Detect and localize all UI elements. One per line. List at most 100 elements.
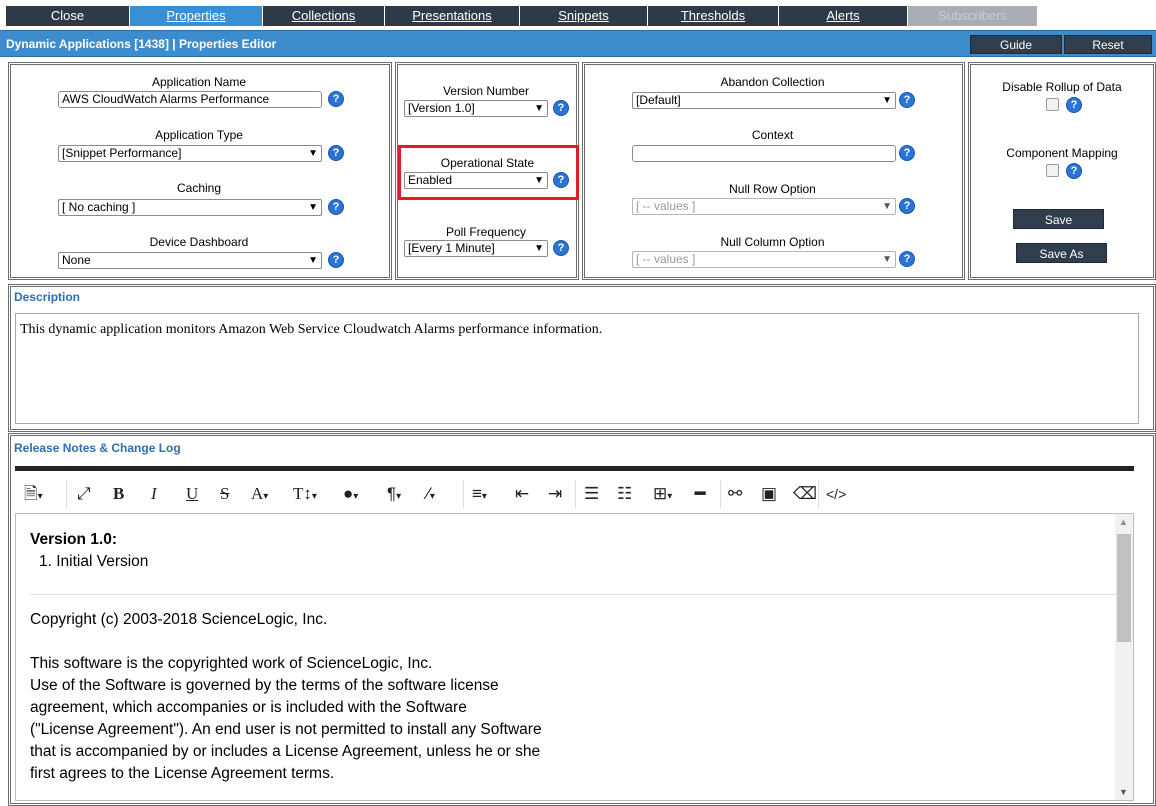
component-mapping-checkbox[interactable] xyxy=(1046,164,1059,177)
chevron-down-icon: ▼ xyxy=(882,95,892,106)
underline-icon[interactable]: U xyxy=(186,484,198,504)
tab-bar: Close Properties Collections Presentatio… xyxy=(0,0,1156,26)
eraser-icon[interactable]: ⌫ xyxy=(793,484,817,504)
license-line: that is accompanied by or includes a Lic… xyxy=(30,743,541,760)
poll-frequency-select[interactable]: [Every 1 Minute] ▼ xyxy=(404,240,548,257)
version-number-value: [Version 1.0] xyxy=(408,101,475,115)
font-size-icon[interactable]: T↕▾ xyxy=(293,484,317,507)
scroll-down-icon[interactable]: ▼ xyxy=(1119,787,1128,797)
help-icon[interactable]: ? xyxy=(328,252,344,268)
scrollbar-thumb[interactable] xyxy=(1117,534,1131,642)
chevron-down-icon: ▼ xyxy=(534,103,544,114)
release-notes-heading: Release Notes & Change Log xyxy=(14,441,181,455)
paragraph-icon[interactable]: ¶▾ xyxy=(387,484,401,507)
help-icon[interactable]: ? xyxy=(899,145,915,161)
operational-state-select[interactable]: Enabled ▼ xyxy=(404,172,548,189)
license-line: ("License Agreement"). An end user is no… xyxy=(30,721,542,738)
reset-button[interactable]: Reset xyxy=(1064,35,1152,54)
align-icon[interactable]: ≡▾ xyxy=(472,484,487,507)
horizontal-rule-icon[interactable]: ━ xyxy=(695,484,705,504)
color-icon[interactable]: ●▾ xyxy=(343,484,358,507)
poll-frequency-value: [Every 1 Minute] xyxy=(408,241,495,255)
strikethrough-icon[interactable]: S xyxy=(220,484,229,504)
toolbar-divider xyxy=(818,480,819,508)
release-notes-editor[interactable]: Version 1.0: 1. Initial Version Copyrigh… xyxy=(15,513,1134,801)
save-button[interactable]: Save xyxy=(1013,209,1104,229)
help-icon[interactable]: ? xyxy=(899,92,915,108)
version-number-select[interactable]: [Version 1.0] ▼ xyxy=(404,100,548,117)
operational-state-label: Operational State xyxy=(440,156,535,170)
device-dashboard-select[interactable]: None ▼ xyxy=(58,252,322,269)
indent-icon[interactable]: ⇥ xyxy=(548,484,562,504)
description-heading: Description xyxy=(14,290,81,304)
document-icon[interactable]: 🗎▾ xyxy=(24,484,43,507)
tab-alerts[interactable]: Alerts xyxy=(779,6,908,26)
bold-icon[interactable]: B xyxy=(113,484,124,504)
null-row-option-value: [ -- values ] xyxy=(636,199,696,213)
link-icon[interactable]: ⚯ xyxy=(728,484,742,504)
abandon-collection-select[interactable]: [Default] ▼ xyxy=(632,92,896,109)
disable-rollup-checkbox[interactable] xyxy=(1046,98,1059,111)
save-as-button[interactable]: Save As xyxy=(1016,243,1107,263)
scroll-up-icon[interactable]: ▲ xyxy=(1119,517,1128,527)
application-type-value: [Snippet Performance] xyxy=(62,146,182,160)
application-type-select[interactable]: [Snippet Performance] ▼ xyxy=(58,145,322,162)
help-icon[interactable]: ? xyxy=(328,91,344,107)
help-icon[interactable]: ? xyxy=(553,240,569,256)
tab-presentations[interactable]: Presentations xyxy=(385,6,520,26)
context-label: Context xyxy=(751,128,794,142)
context-field[interactable] xyxy=(632,145,896,162)
help-icon[interactable]: ? xyxy=(553,100,569,116)
italic-icon[interactable]: I xyxy=(151,484,157,504)
license-line: agreement, which accompanies or is inclu… xyxy=(30,699,467,716)
fullscreen-icon[interactable]: ⤢ xyxy=(77,484,91,504)
editor-spacer xyxy=(30,631,1110,653)
font-family-icon[interactable]: A▾ xyxy=(251,484,268,507)
copyright-line: Copyright (c) 2003-2018 ScienceLogic, In… xyxy=(30,611,328,628)
operational-state-value: Enabled xyxy=(408,173,453,187)
application-type-label: Application Type xyxy=(155,128,243,142)
chevron-down-icon: ▼ xyxy=(308,148,318,159)
code-view-icon[interactable]: </> xyxy=(826,484,846,504)
description-text: This dynamic application monitors Amazon… xyxy=(20,322,603,337)
caching-select[interactable]: [ No caching ] ▼ xyxy=(58,199,322,216)
table-icon[interactable]: ⊞▾ xyxy=(653,484,672,507)
ordered-list-icon[interactable]: ☰ xyxy=(584,484,599,504)
magic-wand-icon[interactable]: ⁄▾ xyxy=(427,484,435,507)
chevron-down-icon: ▼ xyxy=(534,175,544,186)
help-icon[interactable]: ? xyxy=(1066,97,1082,113)
help-icon[interactable]: ? xyxy=(899,251,915,267)
application-panel: Application Name AWS CloudWatch Alarms P… xyxy=(8,62,392,280)
version-panel: Version Number [Version 1.0] ▼ ? Operatio… xyxy=(395,62,579,280)
caching-value: [ No caching ] xyxy=(62,200,136,214)
chevron-down-icon: ▼ xyxy=(882,201,892,212)
null-row-option-select: [ -- values ] ▼ xyxy=(632,198,896,215)
version-number-label: Version Number xyxy=(442,84,530,98)
version-heading: Version 1.0: xyxy=(30,531,118,548)
tab-thresholds[interactable]: Thresholds xyxy=(648,6,779,26)
tab-close[interactable]: Close xyxy=(6,6,130,26)
tab-snippets[interactable]: Snippets xyxy=(520,6,648,26)
save-panel: Disable Rollup of Data ? Component Mappi… xyxy=(968,62,1156,280)
title-bar: Dynamic Applications [1438] | Properties… xyxy=(0,30,1156,57)
tab-collections[interactable]: Collections xyxy=(263,6,385,26)
image-icon[interactable]: ▣ xyxy=(761,484,777,504)
poll-frequency-label: Poll Frequency xyxy=(445,225,527,239)
help-icon[interactable]: ? xyxy=(553,172,569,188)
help-icon[interactable]: ? xyxy=(899,198,915,214)
outdent-icon[interactable]: ⇤ xyxy=(515,484,529,504)
unordered-list-icon[interactable]: ☷ xyxy=(617,484,632,504)
help-icon[interactable]: ? xyxy=(328,199,344,215)
tab-properties[interactable]: Properties xyxy=(130,6,263,26)
description-textarea[interactable]: This dynamic application monitors Amazon… xyxy=(15,313,1139,424)
guide-button[interactable]: Guide xyxy=(970,35,1062,54)
help-icon[interactable]: ? xyxy=(328,145,344,161)
null-column-option-value: [ -- values ] xyxy=(636,252,696,266)
null-column-option-label: Null Column Option xyxy=(720,235,825,249)
tab-strip: Close Properties Collections Presentatio… xyxy=(6,6,1038,26)
toolbar-divider xyxy=(575,480,576,508)
editor-scrollbar[interactable]: ▲ ▼ xyxy=(1115,514,1133,800)
help-icon[interactable]: ? xyxy=(1066,163,1082,179)
abandon-collection-value: [Default] xyxy=(636,93,681,107)
application-name-field[interactable]: AWS CloudWatch Alarms Performance xyxy=(58,91,322,108)
